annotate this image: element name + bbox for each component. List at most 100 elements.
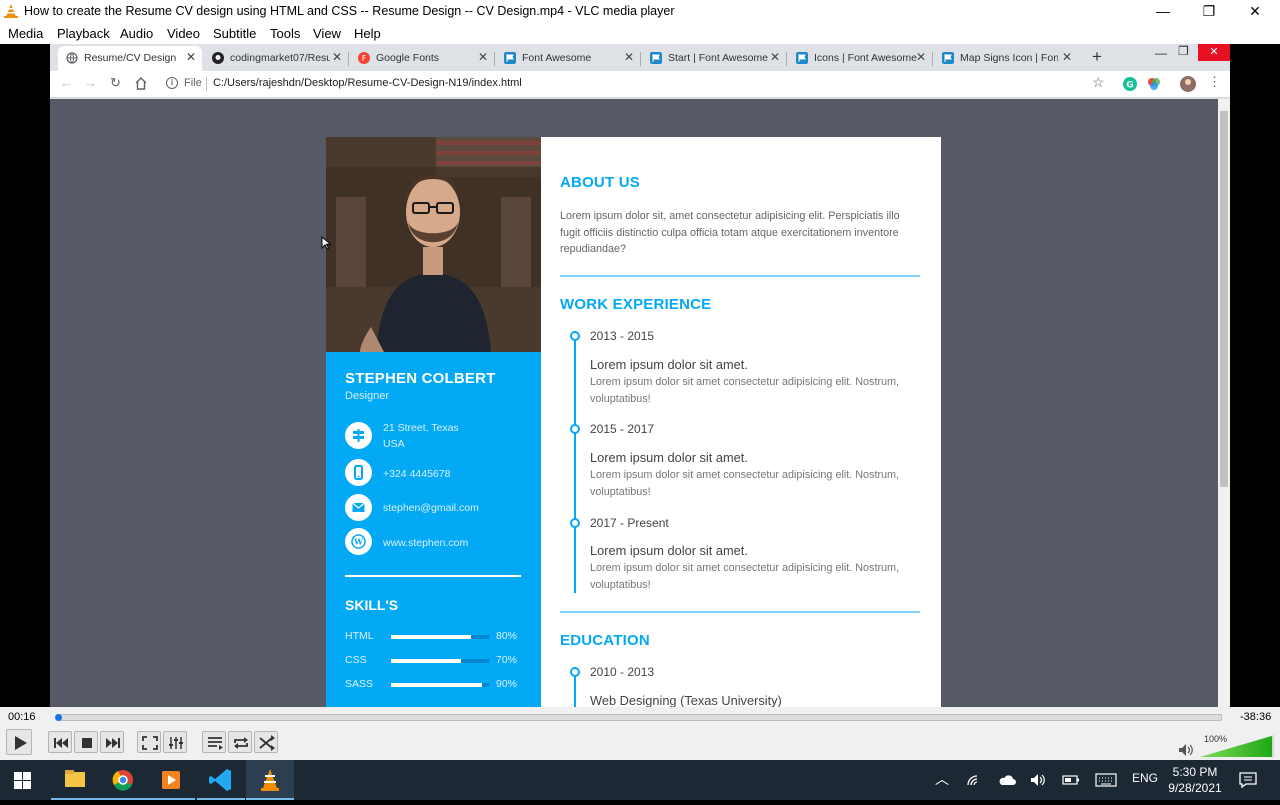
menu-kebab-icon[interactable]: ⋮ xyxy=(1208,74,1221,90)
shuffle-button[interactable] xyxy=(254,731,278,753)
tab-close-icon[interactable]: ✕ xyxy=(186,50,196,64)
reload-icon[interactable]: ↻ xyxy=(110,75,121,91)
tab-close-icon[interactable]: ✕ xyxy=(770,50,780,64)
tab-font-awesome[interactable]: Font Awesome ✕ xyxy=(496,46,640,71)
new-tab-button[interactable]: + xyxy=(1092,47,1102,67)
taskbar-file-explorer[interactable] xyxy=(51,760,99,800)
next-button[interactable] xyxy=(100,731,124,753)
language-indicator[interactable]: ENG xyxy=(1132,771,1158,785)
stop-button[interactable] xyxy=(74,731,98,753)
tab-close-icon[interactable]: ✕ xyxy=(1062,50,1072,64)
info-icon[interactable]: i xyxy=(166,77,178,89)
tab-google-fonts[interactable]: F Google Fonts ✕ xyxy=(350,46,494,71)
menu-playback[interactable]: Playback xyxy=(57,26,110,41)
font-awesome-icon xyxy=(650,52,662,64)
color-picker-icon[interactable] xyxy=(1147,77,1161,91)
font-awesome-icon xyxy=(796,52,808,64)
battery-icon[interactable] xyxy=(1062,774,1080,786)
home-icon[interactable] xyxy=(134,77,148,90)
keyboard-icon[interactable] xyxy=(1095,773,1117,787)
minimize-button[interactable]: — xyxy=(1140,0,1186,23)
contact-address-line1: 21 Street, Texas xyxy=(383,422,459,434)
vlc-title-bar: How to create the Resume CV design using… xyxy=(0,0,1280,23)
tab-close-icon[interactable]: ✕ xyxy=(332,50,342,64)
volume-slider[interactable] xyxy=(1200,735,1274,757)
font-awesome-icon xyxy=(504,52,516,64)
grammarly-icon[interactable]: G xyxy=(1123,77,1137,91)
tab-label: Start | Font Awesome xyxy=(668,52,768,64)
volume-tray-icon[interactable] xyxy=(1030,773,1048,787)
tab-start-font-awesome[interactable]: Start | Font Awesome ✕ xyxy=(642,46,786,71)
page-scrollbar[interactable] xyxy=(1218,99,1230,707)
network-icon[interactable] xyxy=(966,773,982,787)
forward-icon[interactable]: → xyxy=(84,75,97,90)
tab-label: Resume/CV Design xyxy=(84,52,177,64)
url-text[interactable]: C:/Users/rajeshdn/Desktop/Resume-CV-Desi… xyxy=(213,77,522,89)
about-text: Lorem ipsum dolor sit, amet consectetur … xyxy=(560,210,900,255)
menu-audio[interactable]: Audio xyxy=(120,26,153,41)
onedrive-icon[interactable] xyxy=(998,774,1016,786)
education-title: EDUCATION xyxy=(560,632,650,649)
taskbar-media-app[interactable] xyxy=(147,760,195,800)
menu-view[interactable]: View xyxy=(313,26,341,41)
tab-close-icon[interactable]: ✕ xyxy=(478,50,488,64)
seek-bar[interactable] xyxy=(55,714,1222,721)
browser-restore-button[interactable]: ❐ xyxy=(1178,44,1189,58)
profile-photo xyxy=(326,137,541,352)
profile-avatar[interactable] xyxy=(1180,76,1196,92)
play-button[interactable] xyxy=(6,729,32,755)
work-heading: Lorem ipsum dolor sit amet. xyxy=(590,357,748,372)
timeline-dot xyxy=(570,331,580,341)
mouse-cursor-icon xyxy=(321,236,331,250)
taskbar-chrome[interactable] xyxy=(99,760,147,800)
tab-icons-font-awesome[interactable]: Icons | Font Awesome ✕ xyxy=(788,46,932,71)
taskbar-clock[interactable]: 5:30 PM 9/28/2021 xyxy=(1160,764,1230,796)
omnibox[interactable]: i File C:/Users/rajeshdn/Desktop/Resume-… xyxy=(158,74,1108,95)
menu-video[interactable]: Video xyxy=(167,26,200,41)
tab-close-icon[interactable]: ✕ xyxy=(916,50,926,64)
taskbar-vlc[interactable] xyxy=(246,760,294,800)
github-icon xyxy=(212,52,224,64)
tray-chevron-up-icon[interactable]: ︿ xyxy=(935,769,949,789)
close-button[interactable]: ✕ xyxy=(1232,0,1278,23)
tab-map-signs[interactable]: Map Signs Icon | Font A ✕ xyxy=(934,46,1078,71)
browser-close-button[interactable]: ✕ xyxy=(1198,44,1230,61)
skill-bar-fill xyxy=(391,659,461,663)
playlist-button[interactable] xyxy=(202,731,226,753)
browser-minimize-button[interactable]: — xyxy=(1155,46,1167,60)
mobile-icon xyxy=(345,459,372,486)
skill-percent: 80% xyxy=(496,630,518,642)
fullscreen-button[interactable] xyxy=(137,731,161,753)
work-date: 2015 - 2017 xyxy=(590,422,655,436)
menu-subtitle[interactable]: Subtitle xyxy=(213,26,256,41)
scheme-label: File xyxy=(184,77,202,89)
menu-tools[interactable]: Tools xyxy=(270,26,300,41)
taskbar-vscode[interactable] xyxy=(197,760,245,800)
windows-start-icon[interactable] xyxy=(14,772,31,789)
scrollbar-thumb[interactable] xyxy=(1220,111,1228,487)
tab-separator xyxy=(786,52,787,66)
previous-button[interactable] xyxy=(48,731,72,753)
menu-help[interactable]: Help xyxy=(354,26,381,41)
tab-label: Icons | Font Awesome xyxy=(814,52,917,64)
seek-knob[interactable] xyxy=(55,714,62,721)
section-divider xyxy=(560,611,920,613)
tab-label: Font Awesome xyxy=(522,52,592,64)
tab-close-icon[interactable]: ✕ xyxy=(624,50,634,64)
menu-media[interactable]: Media xyxy=(8,26,43,41)
loop-button[interactable] xyxy=(228,731,252,753)
timeline-dot xyxy=(570,424,580,434)
extended-settings-button[interactable] xyxy=(163,731,187,753)
back-icon[interactable]: ← xyxy=(60,75,73,90)
notification-icon[interactable] xyxy=(1239,772,1257,788)
restore-button[interactable]: ❐ xyxy=(1186,0,1232,23)
contact-phone: +324 4445678 xyxy=(383,468,451,480)
speaker-icon[interactable] xyxy=(1178,743,1194,757)
bookmark-star-icon[interactable]: ☆ xyxy=(1092,74,1105,91)
person-name: STEPHEN COLBERT xyxy=(345,370,496,387)
tab-github[interactable]: codingmarket07/Resum ✕ xyxy=(204,46,348,71)
tab-resume[interactable]: Resume/CV Design ✕ xyxy=(58,46,202,71)
omnibox-separator xyxy=(206,77,207,91)
google-fonts-icon: F xyxy=(358,52,370,64)
tab-separator xyxy=(348,52,349,66)
